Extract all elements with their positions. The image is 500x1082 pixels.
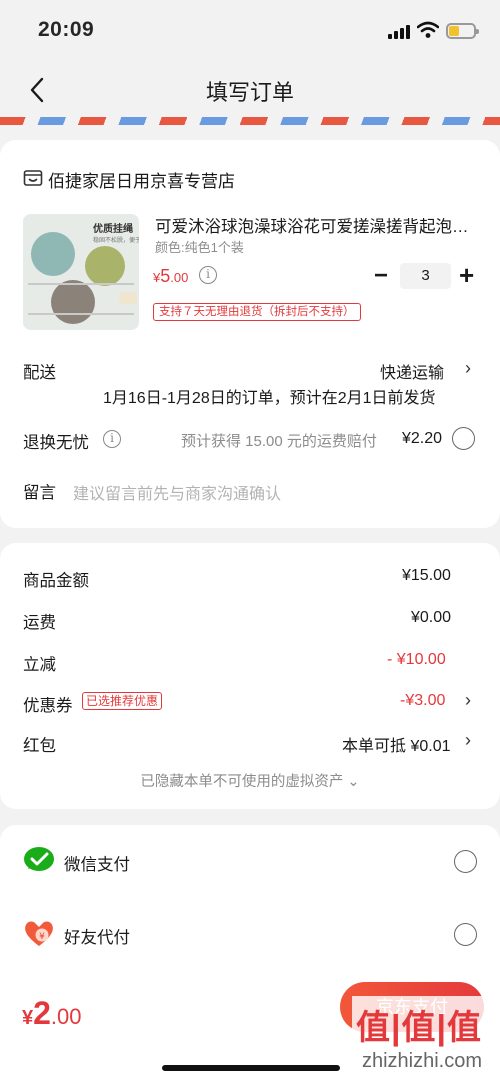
coupon-label: 优惠券 xyxy=(23,697,73,715)
red-packet-label: 红包 xyxy=(23,737,56,755)
wechat-pay-radio[interactable] xyxy=(454,850,477,873)
home-indicator xyxy=(162,1065,340,1071)
airmail-border xyxy=(0,117,500,125)
return-insurance-radio[interactable] xyxy=(452,427,475,450)
goods-amount-label: 商品金额 xyxy=(23,572,89,590)
watermark: 值|值|值 zhizhizhi.com xyxy=(352,996,492,1076)
total-decimal: .00 xyxy=(50,1004,82,1029)
delivery-note: 1月16日-1月28日的订单，预计在2月1日前发货 xyxy=(103,390,436,407)
nav-bar: 填写订单 xyxy=(0,62,500,118)
status-time: 20:09 xyxy=(38,18,95,41)
page-title: 填写订单 xyxy=(205,80,294,105)
watermark-text: zhizhizhi.com xyxy=(361,1050,483,1072)
price-integer: 5 xyxy=(160,266,171,286)
battery-icon xyxy=(446,23,479,39)
product-image-label: 优质挂绳 xyxy=(93,224,133,235)
red-packet-value[interactable]: 本单可抵 ¥0.01 xyxy=(342,732,451,756)
product-image-sublabel: 稳固不松脱，便于收纳 xyxy=(93,238,139,244)
price-decimal: .00 xyxy=(170,270,189,285)
payment-method-card xyxy=(0,825,500,985)
delivery-method[interactable]: 快递运输 xyxy=(380,359,444,383)
product-variant[interactable]: 颜色:纯色1个装 xyxy=(155,237,244,256)
quantity-plus-button[interactable]: + xyxy=(459,260,474,291)
return-insurance-label: 退换无忧 xyxy=(23,434,89,452)
svg-text:¥: ¥ xyxy=(39,932,45,942)
order-item-card xyxy=(0,140,500,528)
store-name[interactable]: 佰捷家居日用京喜专营店 xyxy=(48,167,235,192)
delivery-chevron-icon[interactable]: › xyxy=(465,358,471,379)
watermark-logo: 值|值|值 xyxy=(356,1009,483,1047)
delivery-label: 配送 xyxy=(23,364,56,382)
price-info-icon[interactable]: i xyxy=(199,266,217,284)
quantity-minus-button[interactable]: − xyxy=(374,262,388,290)
friend-pay-icon: ¥ xyxy=(25,921,53,946)
product-price: ¥5.00 xyxy=(153,266,188,287)
return-insurance-description: 预计获得 15.00 元的运费赔付 xyxy=(181,433,377,450)
message-label: 留言 xyxy=(23,484,56,502)
red-packet-chevron-icon[interactable]: › xyxy=(465,730,471,751)
return-policy-badge: 支持７天无理由退货（拆封后不支持） xyxy=(153,303,361,321)
coupon-value[interactable]: -¥3.00 xyxy=(400,692,445,710)
product-image[interactable]: 优质挂绳 稳固不松脱，便于收纳 xyxy=(23,214,139,330)
signal-icon xyxy=(388,24,410,39)
order-total: ¥2.00 xyxy=(22,995,82,1032)
total-symbol: ¥ xyxy=(22,1007,34,1029)
product-title[interactable]: 可爱沐浴球泡澡球浴花可爱搓澡搓背起泡… xyxy=(155,213,480,237)
hidden-assets-toggle[interactable]: 已隐藏本单不可使用的虚拟资产 ⌄ xyxy=(0,770,500,791)
shipping-value: ¥0.00 xyxy=(411,609,452,626)
coupon-badge: 已选推荐优惠 xyxy=(82,692,163,710)
friend-pay-label[interactable]: 好友代付 xyxy=(64,924,130,948)
return-insurance-info-icon[interactable]: i xyxy=(103,430,121,448)
message-input[interactable]: 建议留言前先与商家沟通确认 xyxy=(73,480,281,504)
wechat-pay-icon xyxy=(24,847,54,871)
wifi-icon xyxy=(417,21,439,38)
total-integer: 2 xyxy=(33,995,51,1031)
friend-pay-radio[interactable] xyxy=(454,923,477,946)
shop-icon xyxy=(23,170,43,186)
discount-value: - ¥10.00 xyxy=(387,651,446,668)
shipping-label: 运费 xyxy=(23,614,56,632)
coupon-chevron-icon[interactable]: › xyxy=(465,690,471,711)
wechat-pay-label[interactable]: 微信支付 xyxy=(64,851,130,875)
goods-amount-value: ¥15.00 xyxy=(402,567,451,584)
return-insurance-price: ¥2.20 xyxy=(402,430,443,447)
status-bar: 20:09 xyxy=(0,0,500,62)
quantity-input[interactable]: 3 xyxy=(400,263,451,289)
discount-label: 立减 xyxy=(23,656,56,674)
